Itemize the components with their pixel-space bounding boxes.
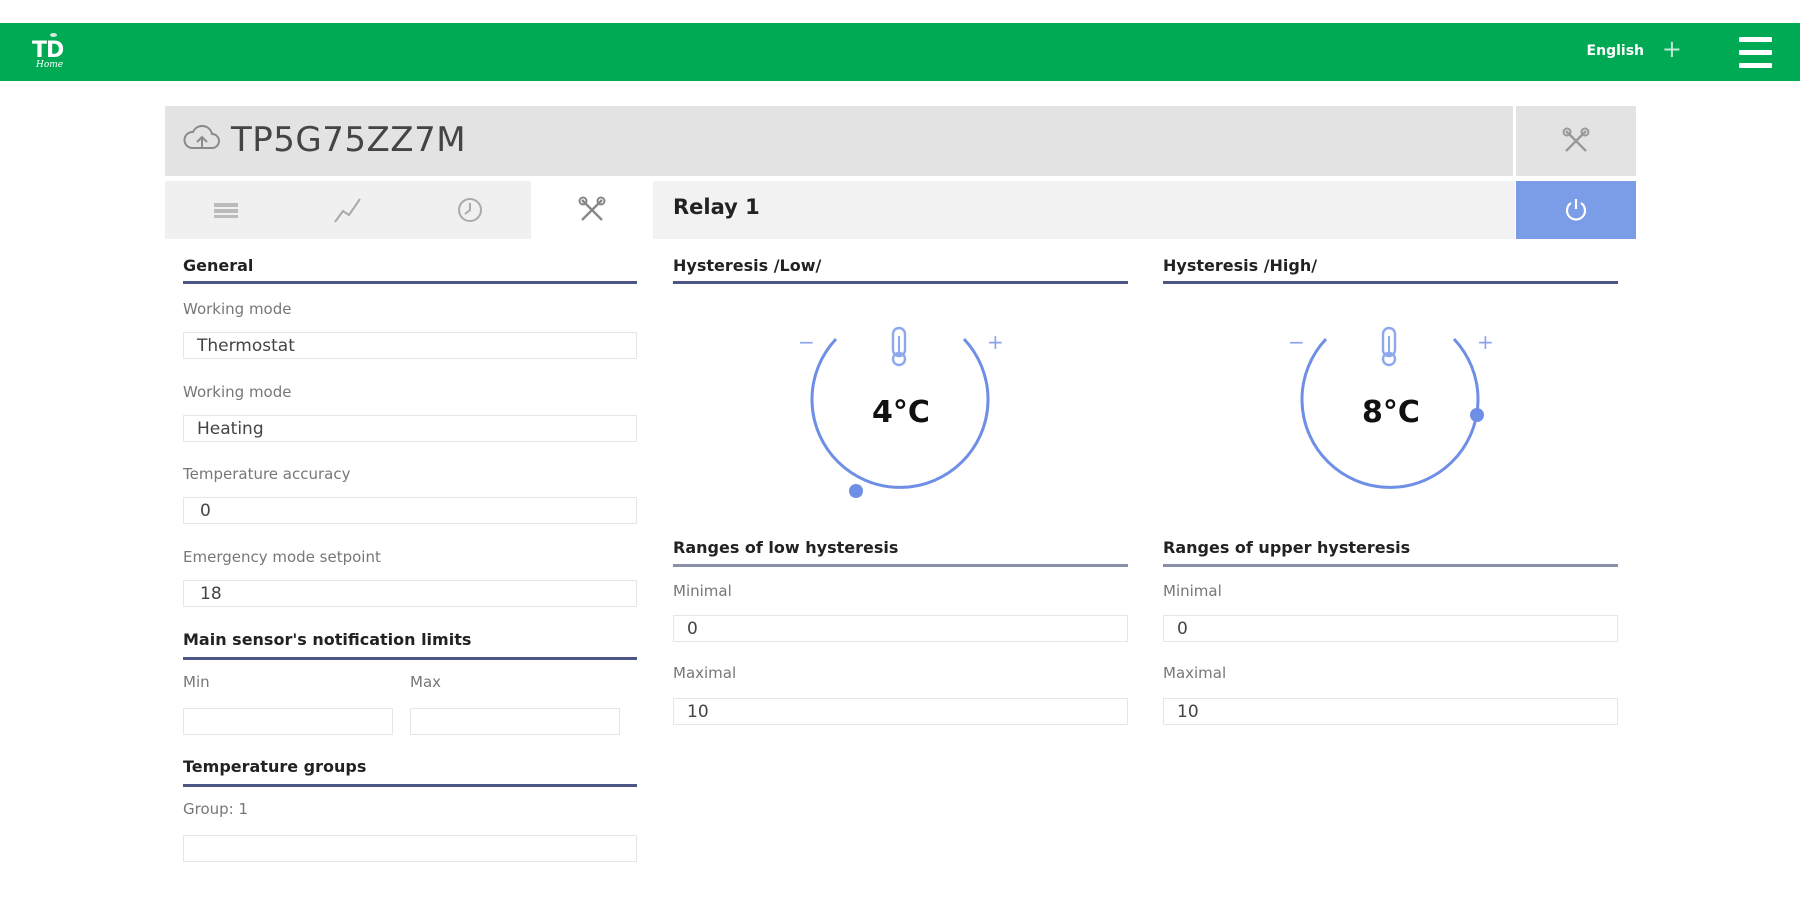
hysteresis-high-value: 8°C <box>1362 395 1420 430</box>
thermometer-icon <box>891 326 907 367</box>
min-input[interactable] <box>183 708 393 735</box>
tab-chart[interactable] <box>287 181 409 239</box>
min-label: Min <box>183 673 210 691</box>
temperature-groups-title: Temperature groups <box>183 757 367 776</box>
tab-schedule[interactable] <box>409 181 531 239</box>
low-ranges-title: Ranges of low hysteresis <box>673 538 899 557</box>
thermometer-icon <box>1381 326 1397 367</box>
general-title: General <box>183 256 254 275</box>
max-input[interactable] <box>410 708 620 735</box>
working-mode-label: Working mode <box>183 300 292 318</box>
brand-subtitle: Home <box>36 60 64 70</box>
power-icon <box>1565 199 1587 221</box>
temperature-accuracy-input[interactable]: 0 <box>183 497 637 524</box>
dial-handle <box>1470 408 1484 422</box>
working-mode-select[interactable]: Thermostat <box>183 332 637 359</box>
brand-logo[interactable]: TD Home <box>30 33 78 73</box>
increase-button[interactable]: + <box>987 330 1004 354</box>
clock-icon <box>458 198 482 222</box>
low-maximal-label: Maximal <box>673 664 737 682</box>
hysteresis-high-divider <box>1163 281 1618 284</box>
high-minimal-label: Minimal <box>1163 582 1222 600</box>
hysteresis-high-title: Hysteresis /High/ <box>1163 256 1318 275</box>
relay-title: Relay 1 <box>673 195 760 219</box>
device-settings-button[interactable] <box>1516 106 1636 176</box>
low-ranges-divider <box>673 564 1128 567</box>
cloud-upload-icon <box>183 124 220 149</box>
tab-settings[interactable] <box>531 181 653 239</box>
high-minimal-input[interactable]: 0 <box>1163 615 1618 642</box>
high-ranges-title: Ranges of upper hysteresis <box>1163 538 1411 557</box>
logo-dot <box>50 33 57 37</box>
temperature-accuracy-label: Temperature accuracy <box>183 465 351 483</box>
notification-limits-divider <box>183 657 637 660</box>
max-label: Max <box>410 673 442 691</box>
hamburger-menu-icon[interactable] <box>1739 37 1772 69</box>
hysteresis-low-value: 4°C <box>872 395 930 430</box>
group-input[interactable] <box>183 835 637 862</box>
tools-icon <box>578 196 606 221</box>
decrease-button[interactable]: − <box>798 330 815 354</box>
chart-line-icon <box>334 198 361 223</box>
tab-bar <box>165 181 653 239</box>
general-divider <box>183 281 637 284</box>
emergency-setpoint-label: Emergency mode setpoint <box>183 548 381 566</box>
dial-handle <box>849 484 863 498</box>
high-maximal-label: Maximal <box>1163 664 1227 682</box>
language-selector[interactable]: English <box>1587 43 1644 59</box>
hysteresis-low-divider <box>673 281 1128 284</box>
add-icon[interactable]: + <box>1662 37 1682 61</box>
working-mode-2-label: Working mode <box>183 383 292 401</box>
low-minimal-input[interactable]: 0 <box>673 615 1128 642</box>
high-maximal-input[interactable]: 10 <box>1163 698 1618 725</box>
power-button[interactable] <box>1516 181 1636 239</box>
temperature-groups-divider <box>183 784 637 787</box>
low-minimal-label: Minimal <box>673 582 732 600</box>
relay-bar <box>653 181 1515 239</box>
tools-icon <box>1562 127 1590 152</box>
high-ranges-divider <box>1163 564 1618 567</box>
working-mode-2-select[interactable]: Heating <box>183 415 637 442</box>
tab-list[interactable] <box>165 181 287 239</box>
increase-button[interactable]: + <box>1477 330 1494 354</box>
list-icon <box>214 203 238 218</box>
notification-limits-title: Main sensor's notification limits <box>183 630 472 649</box>
device-name: TP5G75ZZ7M <box>231 120 467 160</box>
hysteresis-low-title: Hysteresis /Low/ <box>673 256 822 275</box>
emergency-setpoint-input[interactable]: 18 <box>183 580 637 607</box>
top-bar: TD Home English + <box>0 23 1800 81</box>
low-maximal-input[interactable]: 10 <box>673 698 1128 725</box>
decrease-button[interactable]: − <box>1288 330 1305 354</box>
group-label: Group: 1 <box>183 800 249 818</box>
